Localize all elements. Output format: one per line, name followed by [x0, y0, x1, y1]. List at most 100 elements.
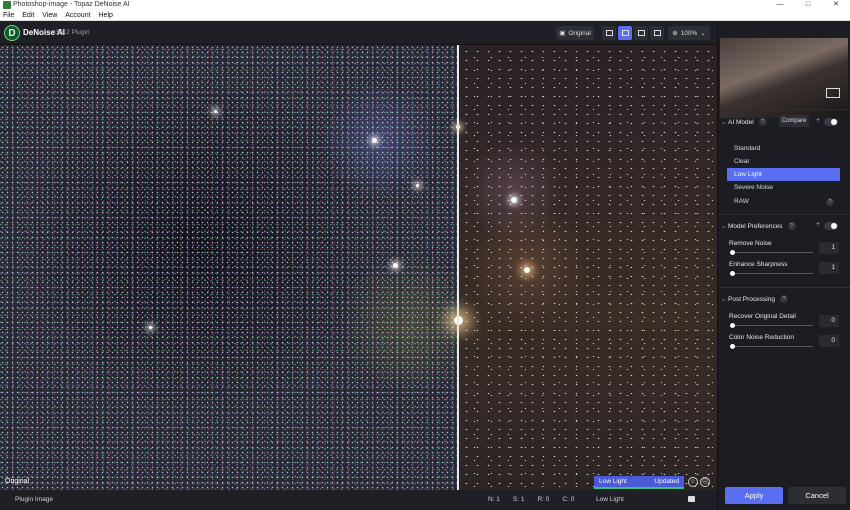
menu-account[interactable]: Account: [65, 10, 90, 21]
divider: [718, 109, 850, 110]
app-icon: [3, 1, 11, 9]
noise-texture: [0, 45, 458, 490]
post-processing-title: Post Processing: [728, 295, 775, 303]
remove-noise-slider[interactable]: [731, 252, 813, 253]
enhance-sharpness-label: Enhance Sharpness: [729, 261, 788, 268]
star: [524, 267, 530, 273]
model-status-tag: Low Light Updated: [594, 476, 684, 489]
sad-face-icon[interactable]: ☹: [700, 477, 710, 487]
model-preferences-toggle[interactable]: [824, 222, 838, 230]
view-mode-group: [602, 26, 664, 40]
menu-view[interactable]: View: [42, 10, 57, 21]
stat-s: S: 1: [512, 496, 525, 503]
ai-model-title: AI Model: [728, 118, 754, 126]
model-severe-noise[interactable]: Severe Noise: [727, 181, 840, 194]
star: [214, 110, 217, 113]
color-noise-label: Color Noise Reduction: [729, 334, 795, 341]
menu-help[interactable]: Help: [99, 10, 113, 21]
color-noise-slider[interactable]: [731, 346, 813, 347]
zoom-icon: ⊕: [672, 30, 678, 37]
window-title: Photoshop-image - Topaz DeNoise AI: [13, 1, 130, 8]
denoise-logo-icon: D: [4, 25, 20, 41]
minimize-button[interactable]: —: [766, 0, 794, 10]
info-icon[interactable]: ?: [787, 222, 796, 230]
chevron-down-icon: ⌄: [700, 30, 706, 37]
menu-bar: File Edit View Account Help: [0, 10, 850, 21]
plugin-image-label: Plugin Image: [15, 496, 53, 503]
star: [511, 197, 517, 203]
original-button[interactable]: ▣ Original: [556, 26, 594, 40]
status-model-label: Low Light: [596, 496, 624, 503]
star-field: [458, 45, 717, 490]
original-preview: [0, 45, 458, 490]
recover-detail-input[interactable]: 0: [819, 315, 839, 327]
model-raw[interactable]: RAW: [727, 195, 840, 208]
single-view-button[interactable]: [602, 26, 616, 40]
model-standard[interactable]: Standard: [727, 142, 840, 155]
split-view-icon: [621, 30, 629, 36]
close-button[interactable]: ✕: [822, 0, 850, 10]
single-view-icon: [605, 30, 613, 36]
stats-group: N: 1 S: 1 R: 0 C: 0: [488, 496, 574, 503]
info-icon[interactable]: ?: [779, 295, 788, 303]
raw-info-icon[interactable]: ?: [826, 198, 834, 206]
enhance-sharpness-knob[interactable]: [730, 271, 735, 276]
stat-n: N: 1: [488, 496, 500, 503]
enhance-sharpness-input[interactable]: 1: [819, 262, 839, 274]
stat-r: R: 0: [537, 496, 550, 503]
model-tag-name: Low Light: [599, 478, 627, 485]
star: [393, 263, 398, 268]
navigator-viewport[interactable]: [826, 88, 840, 98]
remove-noise-knob[interactable]: [730, 250, 735, 255]
chevron-down-icon: ⌄: [721, 119, 727, 126]
feedback-icons: ☺ ☹: [688, 477, 710, 487]
quad-view-icon: [653, 30, 661, 36]
chevron-down-icon: ⌄: [721, 223, 727, 230]
window-title-bar: Photoshop-image - Topaz DeNoise AI — □ ✕: [0, 0, 850, 10]
window-controls: — □ ✕: [766, 0, 850, 10]
recover-detail-knob[interactable]: [730, 323, 735, 328]
plus-icon[interactable]: +: [816, 117, 820, 124]
post-processing-header[interactable]: ⌄ Post Processing ?: [718, 293, 850, 305]
image-icon: ▣: [559, 30, 566, 37]
divider: [718, 287, 850, 288]
apply-button[interactable]: Apply: [725, 487, 783, 504]
image-canvas[interactable]: Original Low Light Updated ☺ ☹: [0, 45, 717, 490]
menu-edit[interactable]: Edit: [22, 10, 34, 21]
recover-detail-slider[interactable]: [731, 325, 813, 326]
original-button-label: Original: [568, 29, 591, 37]
app-version: v3.7.2 Plugin: [52, 29, 90, 36]
color-noise-input[interactable]: 0: [819, 335, 839, 347]
enhance-sharpness-slider[interactable]: [731, 273, 813, 274]
maximize-button[interactable]: □: [794, 0, 822, 10]
model-preferences-title: Model Preferences: [728, 222, 783, 230]
cancel-button[interactable]: Cancel: [788, 487, 846, 504]
model-tag-status: Updated: [654, 478, 679, 485]
compare-button[interactable]: Compare: [779, 115, 809, 127]
info-icon[interactable]: ?: [758, 118, 767, 126]
model-low-light[interactable]: Low Light: [727, 168, 840, 181]
status-bar: Plugin Image N: 1 S: 1 R: 0 C: 0 Low Lig…: [0, 490, 717, 510]
camera-icon[interactable]: [688, 496, 695, 502]
ai-model-toggle[interactable]: [824, 118, 838, 126]
quad-view-button[interactable]: [650, 26, 664, 40]
chevron-down-icon: ⌄: [721, 296, 727, 303]
split-view-button[interactable]: [618, 26, 632, 40]
menu-file[interactable]: File: [3, 10, 14, 21]
remove-noise-label: Remove Noise: [729, 240, 772, 247]
plus-icon[interactable]: +: [816, 221, 820, 228]
remove-noise-input[interactable]: 1: [819, 242, 839, 254]
side-by-side-view-button[interactable]: [634, 26, 648, 40]
recover-detail-label: Recover Original Detail: [729, 313, 796, 320]
happy-face-icon[interactable]: ☺: [688, 477, 698, 487]
side-by-side-icon: [637, 30, 645, 36]
color-noise-knob[interactable]: [730, 344, 735, 349]
star: [416, 184, 419, 187]
star: [149, 326, 152, 329]
settings-panel: ⌄ AI Model ? Compare + Standard Clear Lo…: [717, 21, 850, 510]
model-clear[interactable]: Clear: [727, 155, 840, 168]
split-divider-handle[interactable]: [457, 45, 459, 490]
zoom-dropdown[interactable]: ⊕ 100% ⌄: [668, 26, 710, 40]
navigator-thumbnail[interactable]: [720, 38, 848, 118]
zoom-value: 100%: [680, 29, 698, 37]
